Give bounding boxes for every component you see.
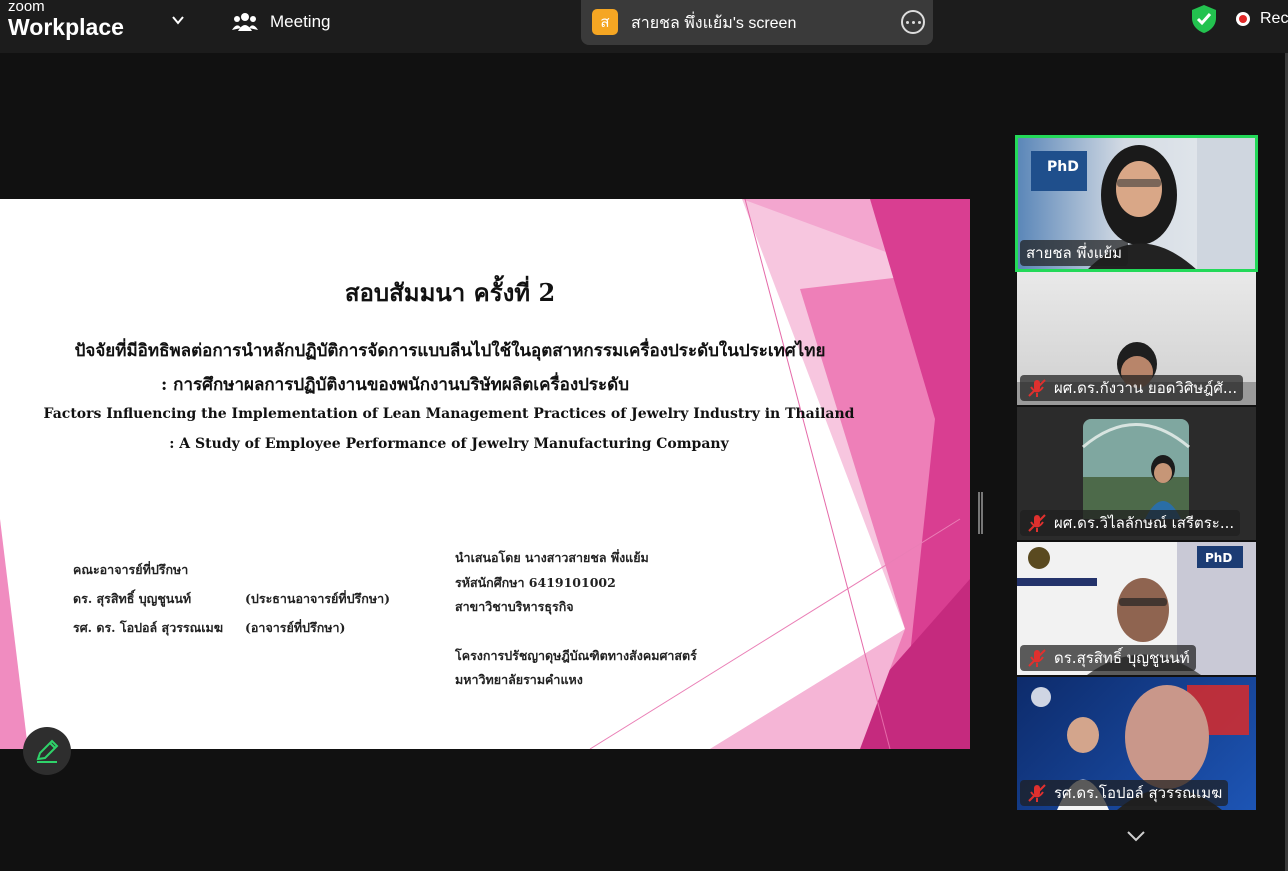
brand-big: Workplace [8, 14, 124, 40]
mic-muted-icon [1028, 379, 1046, 397]
advisors-block: คณะอาจารย์ที่ปรึกษา ดร. สุรสิทธิ์ บุญชูน… [73, 555, 390, 642]
participant-name-label: ผศ.ดร.กังวาน ยอดวิศิษฎ์ศั... [1020, 375, 1244, 401]
screen-share-indicator[interactable]: ส สายชล พึ่งแย้ม's screen [581, 0, 933, 45]
advisor-row: รศ. ดร. โอปอล์ สุวรรณเมฆ (อาจารย์ที่ปรึก… [73, 613, 390, 642]
major: สาขาวิชาบริหารธุรกิจ [455, 599, 574, 614]
advisors-heading: คณะอาจารย์ที่ปรึกษา [73, 562, 189, 577]
advisor-row: ดร. สุรสิทธิ์ บุญชูนนท์ (ประธานอาจารย์ที… [73, 584, 390, 613]
mic-muted-icon [1028, 784, 1046, 802]
presenter: นำเสนอโดย นางสาวสายชล พึ่งแย้ม [455, 550, 649, 565]
brand-small: zoom [8, 0, 45, 15]
panel-resize-handle[interactable] [978, 492, 983, 534]
program: โครงการปรัชญาดุษฎีบัณฑิตทางสังคมศาสตร์ [455, 647, 697, 663]
participant-name: รศ.ดร.โอปอล์ สุวรรณเมฆ [1054, 784, 1223, 802]
presenter-block: นำเสนอโดย นางสาวสายชล พึ่งแย้ม รหัสนักศึ… [455, 546, 697, 693]
scroll-down-chevron-icon[interactable] [1124, 824, 1148, 848]
advisor-name: ดร. สุรสิทธิ์ บุญชูนนท์ [73, 591, 192, 606]
participant-name: สายชล พึ่งแย้ม [1026, 244, 1123, 262]
slide-thai-title-1: ปัจจัยที่มีอิทธิพลต่อการนำหลักปฏิบัติการ… [74, 341, 826, 361]
recording-indicator[interactable]: Rec [1236, 10, 1288, 28]
slide-english-title-1: Factors Influencing the Implementation o… [43, 406, 855, 422]
participant-tile[interactable]: PhD ดร.สุรสิทธิ์ บุญชูนนท์ [1017, 542, 1256, 675]
advisor-role: (ประธานอาจารย์ที่ปรึกษา) [245, 591, 391, 606]
participant-tile[interactable]: ผศ.ดร.กังวาน ยอดวิศิษฎ์ศั... [1017, 272, 1256, 405]
slide-english-title-2: : A Study of Employee Performance of Jew… [169, 436, 729, 452]
more-options-icon[interactable] [901, 10, 925, 34]
student-id: รหัสนักศึกษา 6419101002 [455, 574, 616, 590]
sharer-avatar: ส [592, 9, 618, 35]
participant-name: ดร.สุรสิทธิ์ บุญชูนนท์ [1054, 649, 1190, 667]
mic-muted-icon [1028, 514, 1046, 532]
meeting-label: Meeting [270, 12, 331, 31]
participant-name: ผศ.ดร.กังวาน ยอดวิศิษฎ์ศั... [1054, 379, 1238, 397]
share-title: สายชล พึ่งแย้ม's screen [631, 15, 797, 32]
advisor-role: (อาจารย์ที่ปรึกษา) [245, 620, 346, 635]
recording-label: Rec [1260, 10, 1288, 27]
participant-tile[interactable]: ผศ.ดร.วิไลลักษณ์ เสรีตระ... [1017, 407, 1256, 540]
top-bar: zoom Workplace Meeting ส สายชล พึ่งแย้ม'… [0, 0, 1288, 53]
slide-title: สอบสัมมนา ครั้งที่ 2 [344, 278, 556, 307]
annotate-pencil-icon[interactable] [23, 727, 71, 775]
university: มหาวิทยาลัยรามคำแหง [455, 672, 583, 687]
advisor-name: รศ. ดร. โอปอล์ สุวรรณเมฆ [73, 620, 224, 635]
participant-name-label: สายชล พึ่งแย้ม [1020, 240, 1129, 266]
participant-name-label: ผศ.ดร.วิไลลักษณ์ เสรีตระ... [1020, 510, 1241, 536]
participant-name: ผศ.ดร.วิไลลักษณ์ เสรีตระ... [1054, 514, 1235, 532]
participant-name-label: ดร.สุรสิทธิ์ บุญชูนนท์ [1020, 645, 1196, 671]
participant-tile[interactable]: รศ.ดร.โอปอล์ สุวรรณเมฆ [1017, 677, 1256, 810]
zoom-workplace-logo[interactable]: zoom Workplace [8, 0, 124, 40]
svg-text:PhD: PhD [1205, 551, 1232, 565]
mic-muted-icon [1028, 649, 1046, 667]
participant-name-label: รศ.ดร.โอปอล์ สุวรรณเมฆ [1020, 780, 1229, 806]
recording-dot-icon [1236, 12, 1250, 26]
chevron-down-icon[interactable] [170, 12, 186, 28]
svg-text:PhD: PhD [1047, 159, 1079, 175]
meeting-people-icon [232, 13, 258, 31]
security-shield-icon[interactable] [1191, 4, 1217, 34]
participant-tile[interactable]: PhD สายชล พึ่งแย้ม [1015, 135, 1258, 272]
meeting-menu[interactable]: Meeting [232, 8, 330, 36]
slide-thai-title-2: : การศึกษาผลการปฏิบัติงานของพนักงานบริษั… [160, 375, 630, 395]
shared-slide: สอบสัมมนา ครั้งที่ 2 ปัจจัยที่มีอิทธิพลต… [0, 199, 970, 749]
